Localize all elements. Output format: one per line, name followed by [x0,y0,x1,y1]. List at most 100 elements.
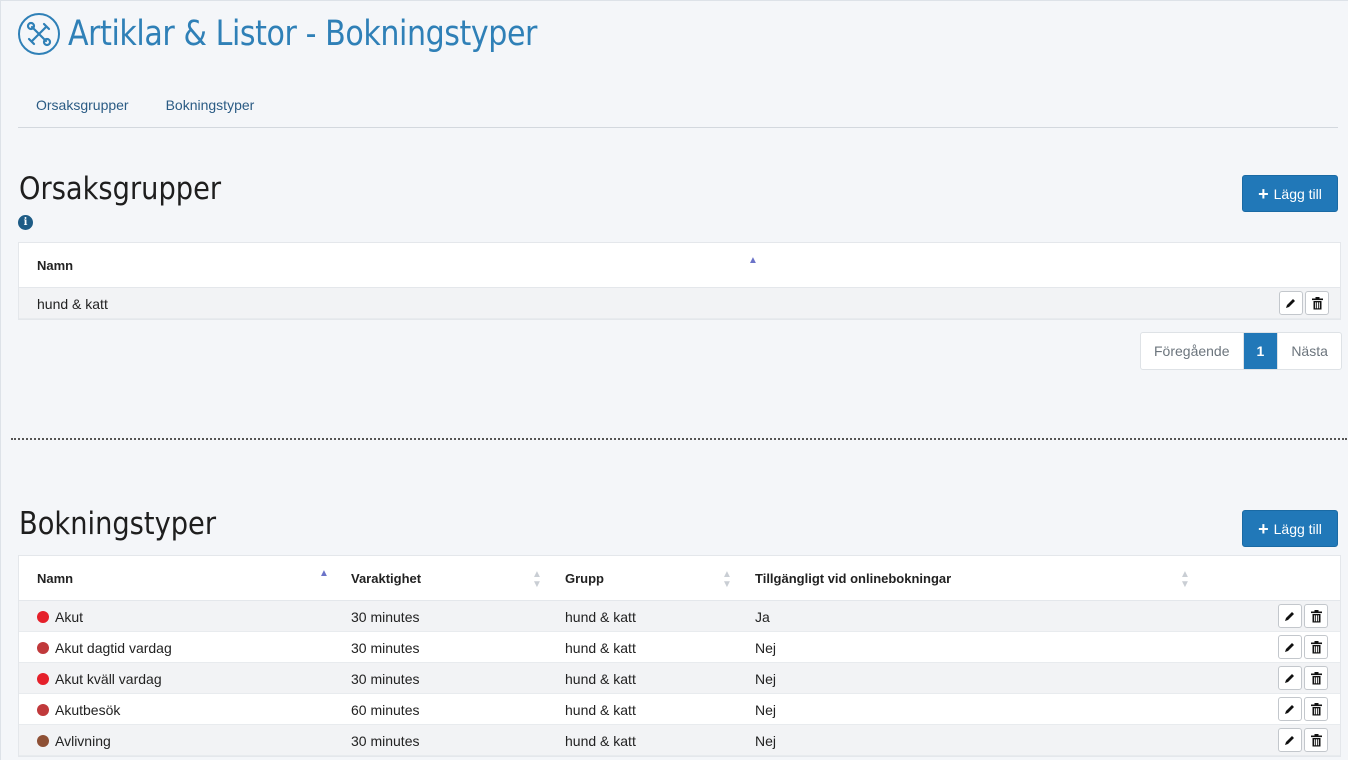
color-dot [37,672,49,685]
row-duration: 60 minutes [351,701,420,718]
row-actions [1279,291,1329,315]
sort-asc-icon[interactable]: ▲ [319,569,329,579]
edit-button[interactable] [1279,291,1303,315]
row-name-label: Akut kväll vardag [55,670,162,687]
row-actions [1278,728,1328,752]
row-name-label: Akut dagtid vardag [55,639,172,656]
row-group: hund & katt [565,701,636,718]
tools-icon [18,13,60,55]
pencil-icon [1286,299,1295,308]
table-row: Avlivning 30 minutes hund & katt Nej [19,725,1340,756]
table-row: Akut kväll vardag 30 minutes hund & katt Ne… [19,663,1340,694]
table-body: Akut 30 minutes hund & katt Ja Akut dagtid v… [19,601,1340,756]
edit-button[interactable] [1278,666,1302,690]
edit-button[interactable] [1278,635,1302,659]
color-dot [37,703,49,716]
sort-asc-icon[interactable]: ▲ [748,256,758,266]
section-divider [11,438,1347,440]
pagination-prev[interactable]: Föregående [1141,333,1243,369]
column-header-online[interactable]: Tillgängligt vid onlinebokningar [755,556,951,601]
row-actions [1278,604,1328,628]
row-actions [1278,635,1328,659]
pencil-icon [1285,643,1294,652]
row-group: hund & katt [565,670,636,687]
delete-button[interactable] [1304,635,1328,659]
add-orsaksgrupp-label: Lägg till [1273,185,1322,202]
row-name-label: Akut [55,608,84,625]
row-name: hund & katt [37,295,108,312]
page: Artiklar & Listor - Bokningstyper Orsaks… [0,0,1348,760]
column-header-varaktighet[interactable]: Varaktighet [351,556,421,601]
pencil-icon [1285,612,1294,621]
trash-icon [1310,702,1322,715]
row-name: Akut kväll vardag [37,663,162,694]
edit-button[interactable] [1278,604,1302,628]
column-header-grupp[interactable]: Grupp [565,556,604,601]
row-name: Akutbesök [37,694,120,725]
bokningstyper-title: Bokningstyper [19,506,217,542]
table-row: hund & katt [19,288,1340,319]
add-orsaksgrupp-button[interactable]: + Lägg till [1242,175,1338,212]
tab-bar: Orsaksgrupper Bokningstyper [18,87,1338,128]
column-header-namn[interactable]: Namn [37,556,73,601]
row-duration: 30 minutes [351,608,420,625]
delete-button[interactable] [1304,666,1328,690]
pagination-next[interactable]: Nästa [1277,333,1341,369]
trash-icon [1311,296,1323,309]
trash-icon [1310,671,1322,684]
table-row: Akut dagtid vardag 30 minutes hund & katt N… [19,632,1340,663]
table-row: Akutbesök 60 minutes hund & katt Nej [19,694,1340,725]
delete-button[interactable] [1304,728,1328,752]
row-group: hund & katt [565,608,636,625]
row-name-label: Akutbesök [55,701,121,718]
pencil-icon [1285,736,1294,745]
row-duration: 30 minutes [351,639,420,656]
delete-button[interactable] [1304,604,1328,628]
page-header: Artiklar & Listor - Bokningstyper [18,13,613,55]
trash-icon [1310,609,1322,622]
row-online: Nej [755,732,777,749]
row-group: hund & katt [565,732,636,749]
pagination-page-1[interactable]: 1 [1242,333,1278,369]
tab-orsaksgrupper[interactable]: Orsaksgrupper [18,87,147,127]
sort-icon[interactable]: ▲ ▼ [722,570,732,590]
tab-bokningstyper[interactable]: Bokningstyper [147,87,273,127]
row-duration: 30 minutes [351,670,420,687]
add-bokningstyp-button[interactable]: + Lägg till [1242,510,1338,547]
table-header: Namn ▲ [19,243,1340,288]
delete-button[interactable] [1305,291,1329,315]
sort-icon[interactable]: ▲ ▼ [1180,570,1190,590]
row-name: Avlivning [37,725,111,756]
row-group: hund & katt [565,639,636,656]
row-online: Nej [755,670,777,687]
color-dot [37,641,49,654]
edit-button[interactable] [1278,697,1302,721]
trash-icon [1310,733,1322,746]
orsaksgrupper-title: Orsaksgrupper [19,171,222,207]
sort-icon[interactable]: ▲ ▼ [532,570,542,590]
row-name-label: Avlivning [55,732,111,749]
pagination: Föregående 1 Nästa [1140,332,1342,370]
row-actions [1278,666,1328,690]
pencil-icon [1285,674,1294,683]
table-header: Namn ▲ Varaktighet ▲ ▼ Grupp ▲ ▼ Tillgängl… [19,556,1340,601]
table-row: Akut 30 minutes hund & katt Ja [19,601,1340,632]
row-name: Akut dagtid vardag [37,632,172,663]
column-header-namn[interactable]: Namn [37,243,73,288]
edit-button[interactable] [1278,728,1302,752]
plus-icon: + [1258,183,1269,204]
plus-icon: + [1258,518,1269,539]
delete-button[interactable] [1304,697,1328,721]
bokningstyper-table: Namn ▲ Varaktighet ▲ ▼ Grupp ▲ ▼ Tillgängl… [18,555,1341,757]
row-online: Nej [755,701,777,718]
color-dot [37,610,49,623]
row-actions [1278,697,1328,721]
row-online: Nej [755,639,777,656]
add-bokningstyp-label: Lägg till [1273,520,1322,537]
row-name: Akut [37,601,83,632]
page-title: Artiklar & Listor - Bokningstyper [68,14,537,54]
row-duration: 30 minutes [351,732,420,749]
orsaksgrupper-table: Namn ▲ hund & katt [18,242,1341,320]
info-icon[interactable]: i [18,215,33,230]
color-dot [37,734,49,747]
